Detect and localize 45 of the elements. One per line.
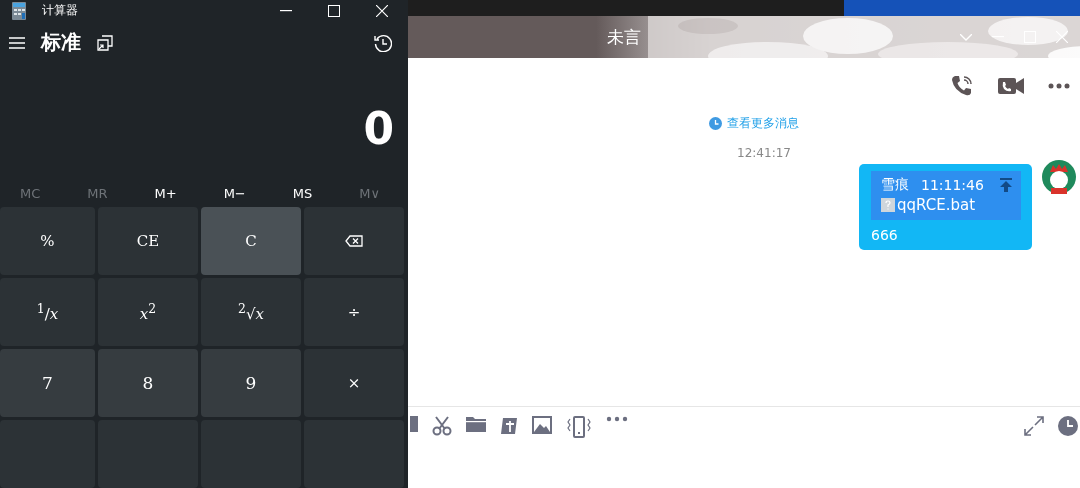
memory-button[interactable]: M−: [219, 186, 250, 202]
vibrate-icon[interactable]: [566, 416, 592, 438]
close-icon[interactable]: [376, 4, 388, 17]
window-title: 计算器: [42, 2, 78, 20]
file-name: qqRCE.bat: [897, 196, 976, 214]
arrow-up-icon[interactable]: [999, 178, 1013, 192]
calculator-key[interactable]: $^{2}$√x: [201, 278, 301, 346]
message-text: 666: [871, 227, 899, 243]
sender-name: 雪痕: [881, 176, 909, 194]
chat-title: 未言: [607, 25, 641, 49]
clock-icon: [709, 117, 722, 130]
timestamp: 12:41:17: [736, 146, 792, 160]
result-display: 0: [362, 101, 395, 156]
calculator-key[interactable]: x$^{2}$: [98, 278, 198, 346]
image-icon[interactable]: [532, 416, 552, 434]
calculator-key[interactable]: CE: [98, 207, 198, 275]
expand-icon[interactable]: [1024, 416, 1044, 436]
calculator-icon: [12, 1, 26, 20]
phone-icon[interactable]: [950, 74, 974, 98]
history-icon[interactable]: [374, 33, 392, 52]
more-icon[interactable]: [1048, 83, 1070, 89]
message-time: 11:11:46: [921, 177, 984, 193]
folder-icon[interactable]: [466, 416, 486, 432]
video-call-icon[interactable]: [998, 77, 1024, 95]
calculator-key[interactable]: ÷: [304, 278, 404, 346]
minimize-icon[interactable]: [280, 9, 292, 12]
calculator-key[interactable]: $^{1}$/x: [0, 278, 95, 346]
more-icon[interactable]: [606, 416, 628, 422]
menu-icon[interactable]: [9, 36, 25, 49]
keep-on-top-icon[interactable]: [97, 34, 113, 51]
mode-title: 标准: [41, 29, 81, 57]
maximize-icon[interactable]: [328, 4, 340, 17]
avatar-icon: [1042, 160, 1076, 194]
calculator-key[interactable]: %: [0, 207, 95, 275]
calculator-key[interactable]: C: [201, 207, 301, 275]
calculator-key[interactable]: 9: [201, 349, 301, 417]
memory-button[interactable]: MS: [288, 186, 317, 202]
memory-button[interactable]: M+: [150, 186, 181, 202]
calculator-key[interactable]: ×: [304, 349, 404, 417]
scissors-icon[interactable]: [432, 416, 452, 436]
clock-icon[interactable]: [1058, 416, 1078, 436]
backspace-icon: [345, 235, 363, 247]
file-icon: [881, 198, 895, 212]
calculator-key[interactable]: 8: [98, 349, 198, 417]
calculator-key[interactable]: 7: [0, 349, 95, 417]
